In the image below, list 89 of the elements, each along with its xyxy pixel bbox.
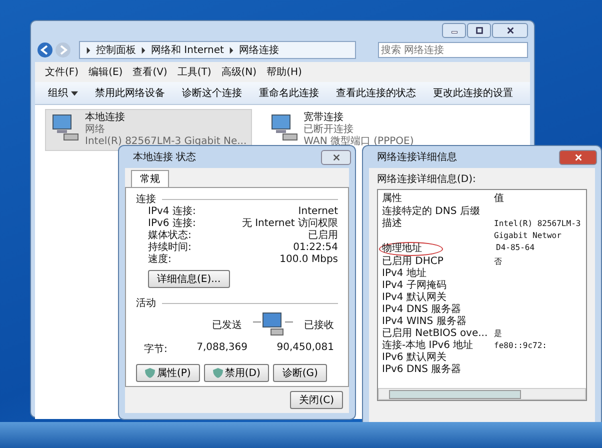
bytes-received: 90,450,081 xyxy=(276,342,334,355)
field-value: Internet xyxy=(298,206,338,218)
breadcrumb-item[interactable]: 网络连接 xyxy=(238,43,279,57)
received-label: 已接收 xyxy=(304,318,334,332)
maximize-button[interactable] xyxy=(467,23,491,38)
shield-icon xyxy=(212,368,223,378)
dialog-button[interactable]: 禁用(D) xyxy=(204,364,270,382)
property-cell-text: 已启用 DHCP xyxy=(382,256,444,268)
sent-label: 已发送 xyxy=(212,319,242,332)
breadcrumb-item[interactable]: 控制面板 xyxy=(96,43,136,57)
property-cell-text: IPv4 WINS 服务器 xyxy=(382,316,468,328)
property-cell-text: 描述 xyxy=(382,218,403,231)
tab[interactable]: 常规 xyxy=(131,170,169,187)
list-label: 网络连接详细信息(D): xyxy=(377,172,477,186)
close-dialog-button[interactable]: 关闭(C) xyxy=(290,391,343,409)
connection-status: 已断开连接 xyxy=(304,124,355,136)
close-icon xyxy=(574,152,582,162)
field-label: 持续时间: xyxy=(148,242,192,254)
connection-status: 网络 xyxy=(85,124,106,136)
connection-item[interactable]: 宽带连接 已断开连接 WAN 微型端口 (PPPOE) xyxy=(264,109,419,151)
property-cell-text: 连接-本地 IPv6 地址 xyxy=(382,340,474,352)
value-cell: Intel(R) 82567LM-3 Gigabit Networ xyxy=(494,218,582,242)
field-value: 100.0 Mbps xyxy=(280,254,338,266)
property-cell-text: 已启用 NetBIOS ove... xyxy=(382,328,489,340)
chevron-icon xyxy=(228,46,234,54)
toolbar-button[interactable]: 诊断这个连接 xyxy=(175,84,252,102)
property-cell-text: IPv4 地址 xyxy=(382,268,428,280)
connection-device: Intel(R) 82567LM-3 Gigabit Ne... xyxy=(85,136,247,148)
field-value: 01:22:54 xyxy=(293,242,338,254)
dialog-button[interactable]: 诊断(G) xyxy=(273,364,327,382)
connection-name: 宽带连接 xyxy=(304,112,345,124)
value-cell-text: fe80::9c72: xyxy=(494,340,548,352)
connection-name: 本地连接 xyxy=(85,112,126,124)
menu-item[interactable]: 编辑(E) xyxy=(88,65,123,79)
search-field[interactable]: 搜索 网络连接 xyxy=(378,42,528,58)
group-heading: 连接 xyxy=(136,192,156,206)
menu-item[interactable]: 帮助(H) xyxy=(266,65,302,79)
close-button[interactable] xyxy=(559,150,597,164)
menu-item[interactable]: 工具(T) xyxy=(177,65,212,79)
property-cell-text: 连接特定的 DNS 后缀 xyxy=(382,206,481,218)
address-bar[interactable]: 控制面板 网络和 Internet 网络连接 xyxy=(79,41,356,59)
close-icon xyxy=(332,152,340,162)
bytes-sent: 7,088,369 xyxy=(196,342,248,355)
toolbar-button[interactable]: 查看此连接的状态 xyxy=(329,84,426,102)
field-label: 速度: xyxy=(148,254,172,266)
property-cell-text: IPv4 DNS 服务器 xyxy=(382,304,462,316)
horizontal-scrollbar[interactable] xyxy=(378,388,586,400)
property-cell-text: IPv4 子网掩码 xyxy=(382,280,448,292)
close-icon xyxy=(506,26,514,35)
value-cell-text: 否 xyxy=(494,256,503,268)
connection-item[interactable]: 本地连接 网络 Intel(R) 82567LM-3 Gigabit Ne... xyxy=(45,109,252,151)
property-cell-text: IPv6 默认网关 xyxy=(382,352,448,364)
value-cell-text: D4-85-64 xyxy=(496,242,536,254)
column-header: 属性 xyxy=(382,192,403,206)
field-label: IPv6 连接: xyxy=(148,218,196,230)
group-heading: 活动 xyxy=(136,297,156,310)
dialog-button[interactable]: 属性(P) xyxy=(136,364,200,382)
menu-item[interactable]: 高级(N) xyxy=(221,65,257,79)
network-computer-icon xyxy=(50,112,80,142)
dialog-title: 本地连接 状态 xyxy=(133,150,196,164)
field-label: 媒体状态: xyxy=(148,230,192,242)
toolbar-button[interactable]: 组织 xyxy=(41,84,88,102)
breadcrumb-item[interactable]: 网络和 Internet xyxy=(151,43,224,57)
network-computer-icon xyxy=(268,112,299,142)
property-cell-text: IPv4 默认网关 xyxy=(382,292,448,304)
connection-device: WAN 微型端口 (PPPOE) xyxy=(304,136,414,148)
field-label: IPv4 连接: xyxy=(148,206,196,218)
menu-item[interactable]: 查看(V) xyxy=(132,65,168,79)
property-cell-text: IPv6 DNS 服务器 xyxy=(382,364,462,376)
column-header: 值 xyxy=(494,192,504,206)
chevron-icon xyxy=(86,46,91,54)
dialog-title: 网络连接详细信息 xyxy=(377,150,457,164)
toolbar-button[interactable]: 更改此连接的设置 xyxy=(426,84,523,102)
shield-icon xyxy=(145,368,155,378)
details-button[interactable]: 详细信息(E)... xyxy=(148,270,230,288)
back-icon[interactable] xyxy=(37,42,53,58)
chevron-icon xyxy=(141,46,146,54)
maximize-icon xyxy=(474,26,484,35)
property-cell: 物理地址 xyxy=(379,242,443,256)
toolbar-button[interactable]: 重命名此连接 xyxy=(252,84,329,102)
value-cell-text: 是 xyxy=(494,328,503,340)
field-value: 无 Internet 访问权限 xyxy=(242,218,338,230)
close-button[interactable] xyxy=(492,23,528,38)
field-value: 已启用 xyxy=(308,230,338,242)
close-button[interactable] xyxy=(321,150,351,164)
menu-item[interactable]: 文件(F) xyxy=(45,65,79,79)
toolbar-button[interactable]: 禁用此网络设备 xyxy=(88,84,175,102)
bytes-label: 字节: xyxy=(144,342,168,356)
caret-icon xyxy=(71,91,78,96)
